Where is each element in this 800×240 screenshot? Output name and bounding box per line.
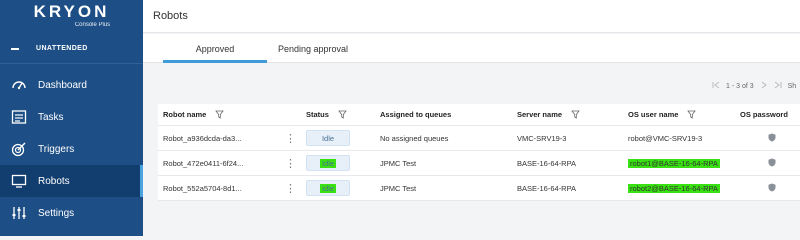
brand-name: KRYON bbox=[33, 2, 110, 21]
os-user-name: robot2@BASE-16-64-RPA bbox=[628, 183, 720, 193]
shield-icon bbox=[768, 183, 776, 194]
tab-bar: Approved Pending approval bbox=[143, 34, 800, 63]
sidebar-item-label: Robots bbox=[38, 175, 70, 187]
pagination: 1 - 3 of 3 Sh bbox=[712, 81, 800, 91]
status-badge: Idle bbox=[306, 180, 350, 196]
brand-subtitle: Console Plus bbox=[74, 22, 111, 28]
status-badge: Idle bbox=[306, 155, 350, 171]
robot-name: Robot_a936dcda-da3... bbox=[163, 133, 242, 143]
triggers-icon bbox=[10, 141, 27, 158]
filter-icon[interactable] bbox=[338, 110, 347, 119]
robots-icon bbox=[10, 173, 27, 190]
sidebar-item-robots[interactable]: Robots bbox=[0, 165, 143, 197]
column-header-robot-name[interactable]: Robot name bbox=[163, 104, 225, 125]
tasks-icon bbox=[10, 109, 27, 126]
os-user-name: robot1@BASE-16-64-RPA bbox=[628, 158, 720, 168]
table-header: Robot name Status Assigned to queues Ser… bbox=[158, 104, 800, 126]
row-menu-icon[interactable]: ⋮ bbox=[285, 176, 296, 200]
robots-table: Robot name Status Assigned to queues Ser… bbox=[158, 104, 800, 201]
main-content: Robots Approved Pending approval 1 - 3 o… bbox=[143, 0, 800, 236]
robot-name: Robot_472e0411-6f24... bbox=[163, 158, 244, 168]
column-header-server-name[interactable]: Server name bbox=[517, 104, 580, 125]
sidebar: KRYON Console Plus UNATTENDED Dashboard … bbox=[0, 0, 143, 236]
page-range: 1 - 3 of 3 bbox=[726, 82, 754, 90]
next-page-icon[interactable] bbox=[760, 81, 768, 91]
first-page-icon[interactable] bbox=[712, 81, 720, 91]
column-header-os-user-name[interactable]: OS user name bbox=[628, 104, 697, 125]
page-header: Robots bbox=[143, 0, 800, 33]
tab-pending-approval[interactable]: Pending approval bbox=[261, 34, 365, 63]
filter-icon[interactable] bbox=[571, 110, 580, 119]
sidebar-item-dashboard[interactable]: Dashboard bbox=[0, 69, 143, 101]
sidebar-item-triggers[interactable]: Triggers bbox=[0, 133, 143, 165]
sidebar-item-label: Tasks bbox=[38, 111, 64, 123]
server-name: VMC-SRV19-3 bbox=[517, 133, 567, 143]
robot-name: Robot_552a5704-8d1... bbox=[163, 183, 242, 193]
page-title: Robots bbox=[153, 10, 188, 22]
table-row[interactable]: Robot_a936dcda-da3... ⋮ Idle No assigned… bbox=[158, 126, 800, 151]
settings-icon bbox=[10, 205, 27, 222]
table-row[interactable]: Robot_552a5704-8d1... ⋮ Idle JPMC Test B… bbox=[158, 176, 800, 201]
filter-icon[interactable] bbox=[215, 110, 225, 119]
mode-label: UNATTENDED bbox=[36, 45, 88, 52]
row-menu-icon[interactable]: ⋮ bbox=[285, 126, 296, 150]
column-header-status[interactable]: Status bbox=[306, 104, 347, 125]
row-menu-icon[interactable]: ⋮ bbox=[285, 151, 296, 175]
brand-logo[interactable]: KRYON Console Plus bbox=[0, 0, 143, 33]
collapse-icon[interactable] bbox=[11, 47, 19, 50]
server-name: BASE-16-64-RPA bbox=[517, 183, 577, 193]
sidebar-item-label: Dashboard bbox=[38, 79, 87, 91]
status-badge: Idle bbox=[306, 130, 350, 146]
assigned-queues: JPMC Test bbox=[380, 158, 417, 168]
shield-icon bbox=[768, 133, 776, 144]
tab-approved[interactable]: Approved bbox=[163, 34, 267, 63]
sidebar-item-tasks[interactable]: Tasks bbox=[0, 101, 143, 133]
filter-icon[interactable] bbox=[687, 110, 697, 119]
sidebar-item-label: Settings bbox=[38, 207, 75, 219]
column-header-assigned-queues[interactable]: Assigned to queues bbox=[380, 104, 451, 125]
last-page-icon[interactable] bbox=[774, 81, 782, 91]
page-size-label: Sh bbox=[787, 82, 797, 90]
table-row[interactable]: Robot_472e0411-6f24... ⋮ Idle JPMC Test … bbox=[158, 151, 800, 176]
server-name: BASE-16-64-RPA bbox=[517, 158, 577, 168]
sidebar-item-settings[interactable]: Settings bbox=[0, 197, 143, 229]
os-user-name: robot@VMC-SRV19-3 bbox=[628, 133, 703, 143]
assigned-queues: No assigned queues bbox=[380, 133, 449, 143]
column-header-os-password[interactable]: OS password bbox=[740, 104, 788, 125]
dashboard-icon bbox=[10, 77, 27, 94]
mode-toggle[interactable]: UNATTENDED bbox=[0, 34, 143, 64]
assigned-queues: JPMC Test bbox=[380, 183, 417, 193]
sidebar-item-label: Triggers bbox=[38, 143, 75, 155]
shield-icon bbox=[768, 158, 776, 169]
